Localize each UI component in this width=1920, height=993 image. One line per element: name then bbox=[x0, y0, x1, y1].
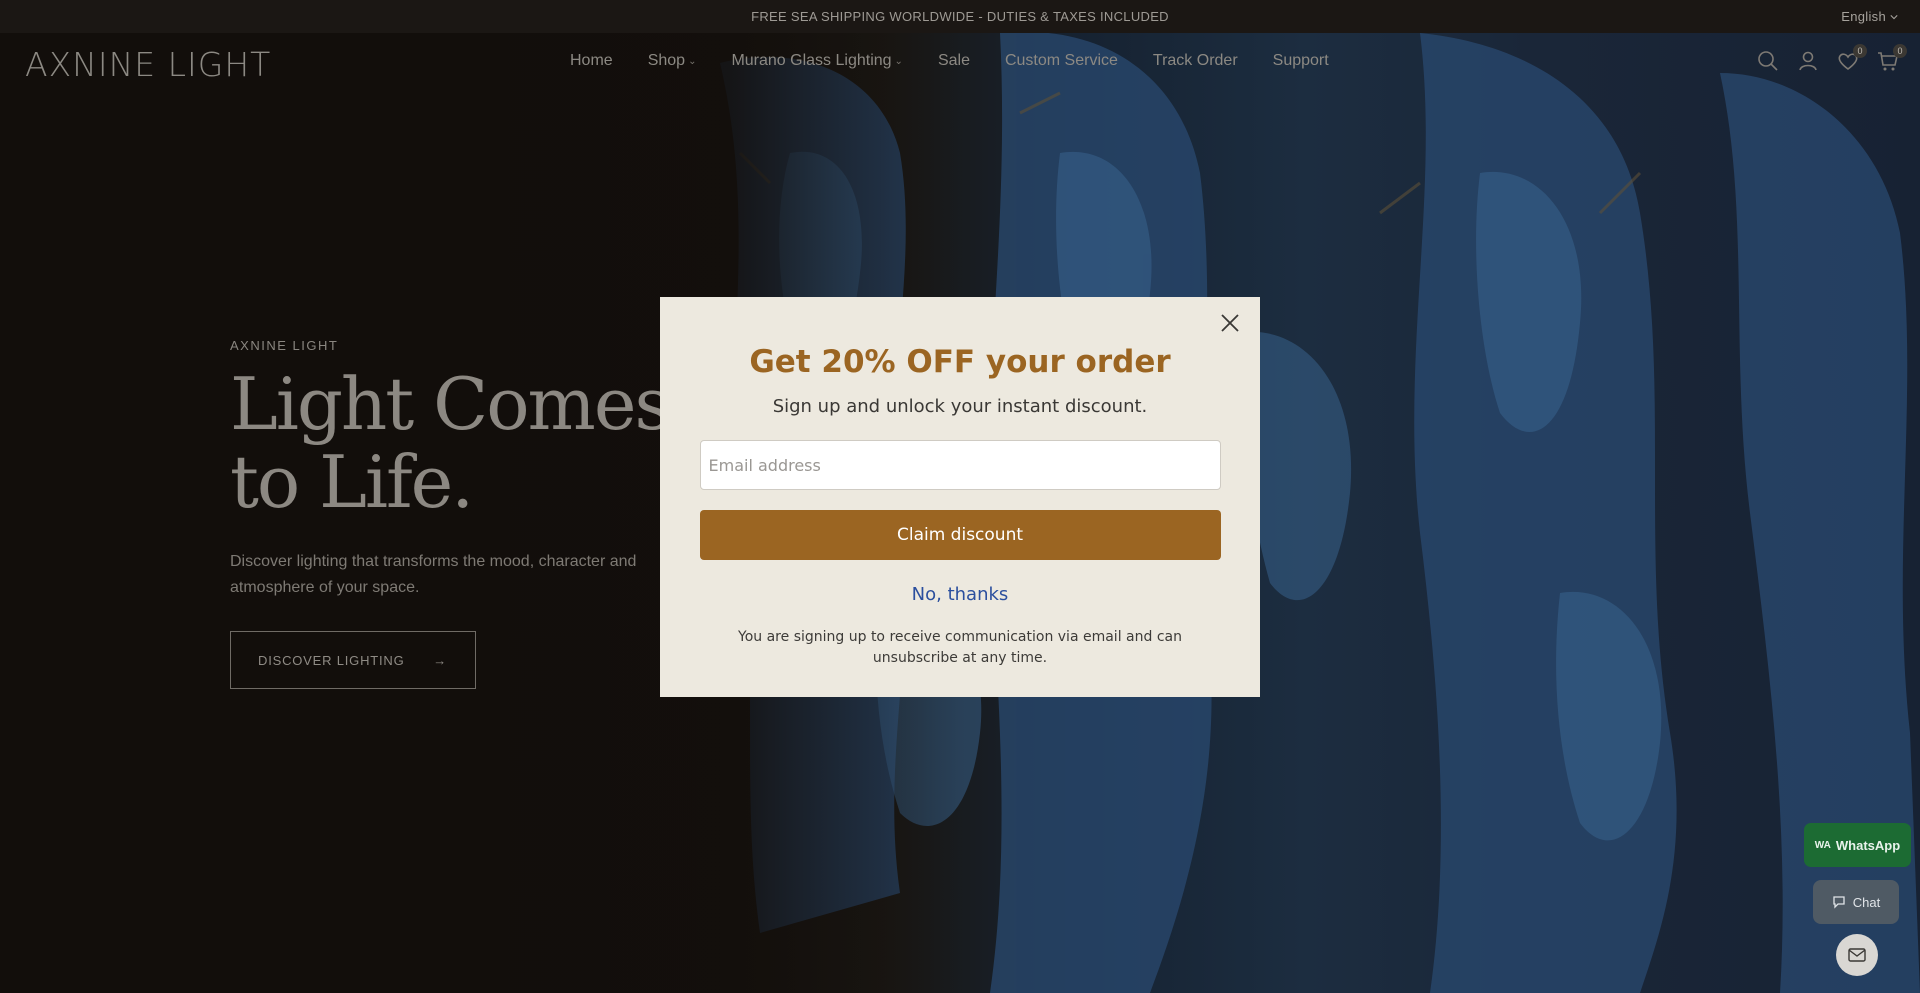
nav-label: Support bbox=[1272, 52, 1329, 69]
chevron-down-icon: ⌄ bbox=[688, 55, 697, 67]
arrow-right-icon: → bbox=[433, 652, 447, 668]
nav-label: Murano Glass Lighting bbox=[731, 52, 892, 69]
nav-label: Track Order bbox=[1152, 52, 1238, 69]
language-selector[interactable]: English bbox=[1841, 0, 1898, 33]
close-icon bbox=[1221, 314, 1239, 332]
envelope-icon bbox=[1848, 948, 1866, 962]
cta-label: DISCOVER LIGHTING bbox=[258, 652, 405, 668]
hero-content: AXNINE LIGHT Light Comes to Life. Discov… bbox=[230, 338, 671, 689]
hero-headline-line2: to Life. bbox=[230, 440, 474, 524]
whatsapp-button[interactable]: WA WhatsApp bbox=[1804, 823, 1911, 867]
whatsapp-label: WhatsApp bbox=[1835, 837, 1901, 853]
nav-label: Home bbox=[570, 52, 613, 69]
nav-label: Shop bbox=[647, 52, 686, 69]
nav-shop[interactable]: Shop ⌄ bbox=[648, 52, 697, 70]
popup-subtitle: Sign up and unlock your instant discount… bbox=[772, 396, 1148, 417]
nav-murano-glass-lighting[interactable]: Murano Glass Lighting ⌄ bbox=[731, 52, 902, 70]
nav-custom-service[interactable]: Custom Service bbox=[1005, 52, 1118, 70]
hero-headline: Light Comes to Life. bbox=[230, 362, 671, 524]
claim-discount-button[interactable]: Claim discount bbox=[699, 510, 1221, 560]
popup-disclaimer: You are signing up to receive communicat… bbox=[738, 629, 1182, 666]
chat-label: Chat bbox=[1852, 894, 1881, 910]
discount-popup: Get 20% OFF your order Sign up and unloc… bbox=[660, 297, 1260, 697]
site-logo[interactable]: AXNINE LIGHT bbox=[25, 45, 271, 84]
account-button[interactable] bbox=[1796, 49, 1820, 73]
language-label: English bbox=[1841, 9, 1886, 24]
wishlist-button[interactable]: 0 bbox=[1836, 44, 1867, 73]
cart-count-badge: 0 bbox=[1893, 44, 1907, 58]
main-nav: Home Shop ⌄ Murano Glass Lighting ⌄ Sale C… bbox=[570, 52, 1329, 70]
close-button[interactable] bbox=[1215, 308, 1245, 338]
whatsapp-icon: WA bbox=[1814, 839, 1831, 851]
no-thanks-link[interactable]: No, thanks bbox=[912, 584, 1009, 605]
hero-subtext: Discover lighting that transforms the mo… bbox=[230, 553, 637, 596]
email-field[interactable] bbox=[699, 440, 1221, 490]
discover-lighting-button[interactable]: DISCOVER LIGHTING → bbox=[230, 631, 476, 689]
search-button[interactable] bbox=[1756, 49, 1780, 73]
chat-bubble-icon bbox=[1833, 896, 1845, 909]
nav-track-order[interactable]: Track Order bbox=[1153, 52, 1238, 70]
nav-label: Sale bbox=[937, 52, 970, 69]
email-signup-button[interactable] bbox=[1836, 934, 1878, 976]
site-header: AXNINE LIGHT Home Shop ⌄ Murano Glass Lig… bbox=[0, 33, 1920, 91]
nav-sale[interactable]: Sale bbox=[938, 52, 970, 70]
popup-title: Get 20% OFF your order bbox=[749, 344, 1171, 380]
nav-support[interactable]: Support bbox=[1273, 52, 1329, 70]
nav-home[interactable]: Home bbox=[570, 52, 613, 70]
hero-headline-line1: Light Comes bbox=[230, 362, 671, 446]
header-icons: 0 0 bbox=[1756, 44, 1907, 73]
chat-button[interactable]: Chat bbox=[1813, 880, 1899, 924]
announcement-bar: FREE SEA SHIPPING WORLDWIDE - DUTIES & T… bbox=[0, 0, 1920, 33]
chevron-down-icon: ⌄ bbox=[894, 55, 903, 67]
user-icon bbox=[1799, 51, 1817, 71]
search-icon bbox=[1758, 51, 1778, 71]
announcement-text: FREE SEA SHIPPING WORLDWIDE - DUTIES & T… bbox=[751, 9, 1169, 24]
cart-button[interactable]: 0 bbox=[1876, 44, 1907, 73]
chevron-down-icon bbox=[1890, 14, 1898, 19]
nav-label: Custom Service bbox=[1004, 52, 1118, 69]
hero-eyebrow: AXNINE LIGHT bbox=[230, 338, 339, 353]
wishlist-count-badge: 0 bbox=[1853, 44, 1867, 58]
